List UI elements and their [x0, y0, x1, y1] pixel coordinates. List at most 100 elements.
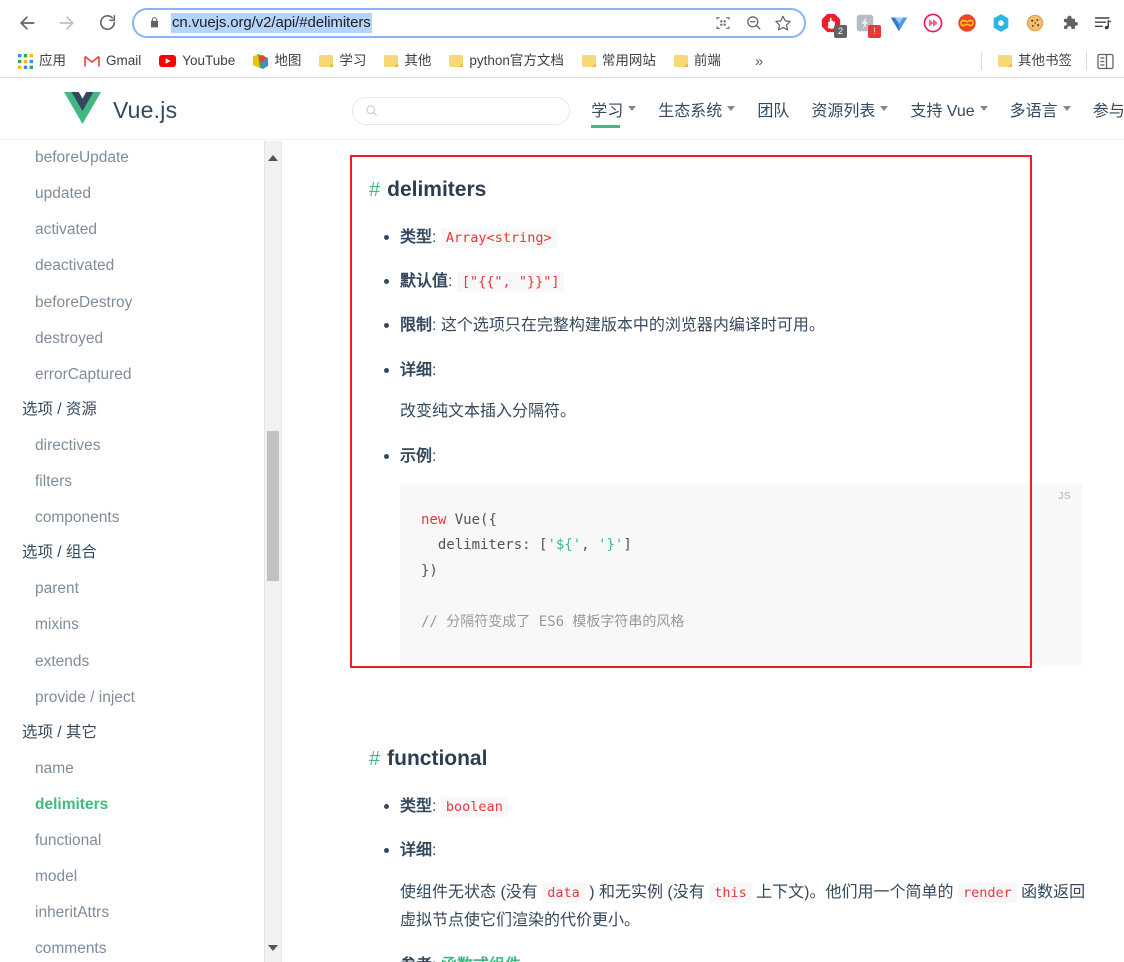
sidebar-item-mixins[interactable]: mixins	[0, 607, 281, 643]
api-item-code: Array<string>	[440, 228, 557, 248]
para-text-3: 上下文)。他们用一个简单的	[751, 883, 958, 901]
site-brand[interactable]: Vue.js	[64, 91, 177, 130]
nav-item-team[interactable]: 团队	[757, 97, 789, 125]
extensions-puzzle-icon[interactable]	[1052, 6, 1086, 40]
api-item-restriction: 限制: 这个选项只在完整构建版本中的浏览器内编译时可用。	[384, 312, 1124, 339]
sidebar-item-destroyed[interactable]: destroyed	[0, 321, 281, 357]
section-functional: # functional 类型: boolean 详细: 使组件无状态 (没有 …	[282, 665, 1124, 962]
bookmark-folder-other[interactable]: 其他	[376, 49, 439, 73]
api-item-colon: :	[432, 361, 437, 379]
nav-item-translate[interactable]: 参与翻	[1093, 97, 1124, 125]
reading-list-icon[interactable]	[1086, 6, 1120, 40]
qr-code-icon[interactable]	[708, 10, 738, 36]
sidebar-item-directives[interactable]: directives	[0, 428, 281, 464]
sidebar: beforeUpdate updated activated deactivat…	[0, 141, 282, 962]
bookmark-star-icon[interactable]	[768, 10, 798, 36]
api-item-paragraph: 改变纯文本插入分隔符。	[400, 402, 577, 420]
reading-list-panel-button[interactable]	[1095, 49, 1124, 73]
sidebar-group-options-misc[interactable]: 选项 / 其它	[0, 716, 281, 751]
api-item-colon: :	[432, 317, 437, 335]
scrollbar-thumb[interactable]	[267, 431, 279, 581]
site-header: Vue.js 学习 生态系统 团队 资源列表 支持 Vue 多语言 参与翻	[0, 82, 1124, 140]
browser-chrome: cn.vuejs.org/v2/api/#delimiters 2 ! 应用 G…	[0, 0, 1124, 82]
address-bar[interactable]: cn.vuejs.org/v2/api/#delimiters	[132, 7, 806, 38]
sidebar-item-deactivated[interactable]: deactivated	[0, 248, 281, 284]
apps-grid-icon	[18, 53, 33, 69]
bookmark-folder-study[interactable]: 学习	[311, 49, 374, 73]
scroll-up-arrow-icon[interactable]	[265, 149, 281, 166]
hexagon-icon[interactable]	[984, 6, 1018, 40]
nav-item-label: 支持 Vue	[910, 102, 975, 120]
sidebar-item-delimiters[interactable]: delimiters	[0, 787, 281, 823]
sidebar-item-label: parent	[35, 580, 79, 598]
zoom-out-icon[interactable]	[738, 10, 768, 36]
sidebar-group-label: 选项 / 组合	[22, 544, 97, 562]
folder-icon	[673, 55, 688, 67]
folder-icon	[384, 55, 399, 67]
browser-toolbar: cn.vuejs.org/v2/api/#delimiters 2 !	[0, 0, 1124, 45]
sidebar-item-filters[interactable]: filters	[0, 464, 281, 500]
back-button[interactable]	[10, 6, 44, 40]
sidebar-item-label: delimiters	[35, 795, 109, 813]
folder-icon	[581, 55, 596, 67]
nav-item-label: 参与翻	[1092, 102, 1124, 120]
sidebar-item-activated[interactable]: activated	[0, 212, 281, 248]
bookmark-apps[interactable]: 应用	[10, 49, 74, 73]
scroll-down-arrow-icon[interactable]	[265, 939, 281, 956]
sidebar-item-beforeupdate[interactable]: beforeUpdate	[0, 141, 281, 176]
reference-link-functional-components[interactable]: 函数式组件	[441, 957, 521, 962]
sidebar-item-name[interactable]: name	[0, 751, 281, 787]
bookmark-youtube[interactable]: YouTube	[151, 49, 243, 73]
sidebar-item-comments[interactable]: comments	[0, 931, 281, 962]
code-line-3: })	[421, 562, 438, 579]
sidebar-item-label: mixins	[35, 616, 79, 634]
api-item-label: 参考	[400, 957, 432, 962]
adblock-icon[interactable]: 2	[814, 6, 848, 40]
code-line-1: new Vue({	[421, 511, 497, 528]
sidebar-item-errorcaptured[interactable]: errorCaptured	[0, 357, 281, 393]
bookmark-folder-common-sites[interactable]: 常用网站	[574, 49, 664, 73]
sidebar-group-options-composition[interactable]: 选项 / 组合	[0, 536, 281, 571]
vimium-icon[interactable]	[882, 6, 916, 40]
sidebar-item-updated[interactable]: updated	[0, 176, 281, 212]
folder-icon	[319, 55, 334, 67]
nav-item-learn[interactable]: 学习	[591, 97, 637, 128]
sidebar-item-inheritattrs[interactable]: inheritAttrs	[0, 895, 281, 931]
sidebar-item-extends[interactable]: extends	[0, 644, 281, 680]
bookmarks-overflow-button[interactable]: »	[747, 53, 771, 70]
site-search[interactable]	[352, 96, 571, 125]
heading-anchor-hash[interactable]: #	[369, 748, 380, 771]
sidebar-scrollbar[interactable]	[264, 141, 281, 962]
url-text[interactable]: cn.vuejs.org/v2/api/#delimiters	[171, 12, 372, 33]
search-icon	[365, 104, 378, 117]
sidebar-item-provide-inject[interactable]: provide / inject	[0, 680, 281, 716]
bookmark-folder-python-docs[interactable]: python官方文档	[441, 49, 572, 73]
folder-icon	[449, 55, 464, 67]
bookmark-label: YouTube	[182, 53, 236, 69]
chevron-down-icon	[979, 106, 988, 111]
sidebar-item-parent[interactable]: parent	[0, 571, 281, 607]
nav-item-ecosystem[interactable]: 生态系统	[658, 97, 736, 125]
heading-anchor-hash[interactable]: #	[369, 179, 380, 202]
search-input[interactable]	[384, 102, 535, 119]
nav-item-support-vue[interactable]: 支持 Vue	[910, 97, 988, 125]
video-speed-icon[interactable]	[916, 6, 950, 40]
bookmark-label: 其他	[404, 53, 432, 69]
reload-button[interactable]	[90, 6, 124, 40]
tampermonkey-icon[interactable]: !	[848, 6, 882, 40]
section-delimiters: # delimiters 类型: Array<string> 默认值: ["{{…	[282, 141, 1124, 666]
nav-item-resources[interactable]: 资源列表	[811, 97, 889, 125]
sidebar-item-beforedestroy[interactable]: beforeDestroy	[0, 285, 281, 321]
infinity-icon[interactable]	[950, 6, 984, 40]
sidebar-item-functional[interactable]: functional	[0, 823, 281, 859]
sidebar-item-model[interactable]: model	[0, 859, 281, 895]
sidebar-group-options-assets[interactable]: 选项 / 资源	[0, 393, 281, 428]
sidebar-item-components[interactable]: components	[0, 500, 281, 536]
bookmark-maps[interactable]: 地图	[245, 49, 309, 73]
nav-item-languages[interactable]: 多语言	[1010, 97, 1071, 125]
bookmark-folder-other-bookmarks[interactable]: 其他书签	[990, 49, 1080, 73]
forward-button[interactable]	[50, 6, 84, 40]
bookmark-folder-frontend[interactable]: 前端	[666, 49, 729, 73]
cookie-icon[interactable]	[1018, 6, 1052, 40]
bookmark-gmail[interactable]: Gmail	[76, 49, 149, 73]
